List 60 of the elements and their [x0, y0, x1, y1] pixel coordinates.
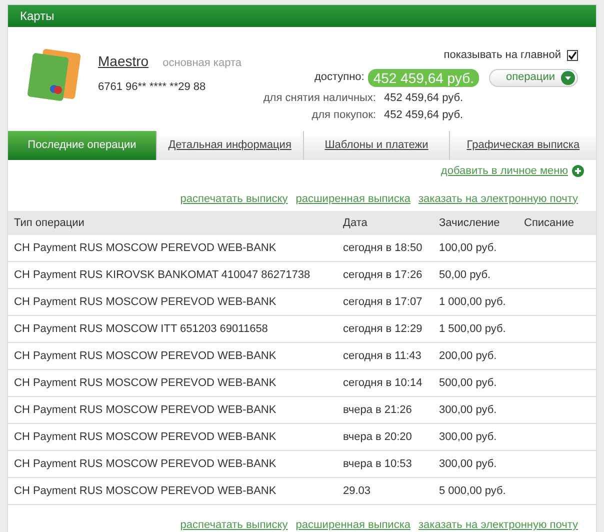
tab[interactable]: Графическая выписка [449, 131, 596, 160]
statement-link[interactable]: распечатать выписку [180, 190, 288, 207]
card-number: 6761 96** **** **29 88 [98, 80, 207, 95]
available-label: доступно: [314, 70, 364, 86]
table-cell-text: CH Payment RUS MOSCOW PEREVOD WEB-BANK [13, 348, 278, 364]
card-note: основная карта [162, 56, 242, 71]
table-cell-text: вчера в 10:53 [343, 456, 413, 472]
column-header: Зачисление [439, 216, 501, 231]
plus-icon [572, 165, 584, 177]
card-name-link[interactable]: Maestro [98, 51, 149, 72]
table-cell-text: сегодня в 18:50 [343, 240, 424, 256]
table-cell-text: сегодня в 17:26 [343, 268, 424, 283]
limit-label: для снятия наличных: [263, 90, 376, 106]
table-cell-text: сегодня в 12:29 [343, 322, 424, 337]
statement-link[interactable]: расширенная выписка [296, 517, 410, 532]
table-cell-text: сегодня в 11:43 [343, 348, 422, 364]
table-cell-text: вчера в 20:20 [343, 430, 413, 445]
table-cell-text: вчера в 21:26 [343, 402, 413, 418]
table-cell-text: 300,00 руб. [439, 456, 498, 472]
show-on-main-checkbox[interactable] [567, 50, 578, 61]
table-cell-text: CH Payment RUS MOSCOW PEREVOD WEB-BANK [13, 294, 278, 310]
table-cell-text: CH Payment RUS MOSCOW PEREVOD WEB-BANK [13, 484, 278, 499]
checkbox-label: показывать на главной [444, 48, 561, 63]
statement-link[interactable]: расширенная выписка [296, 190, 410, 207]
available-balance: 452 459,64 руб. [368, 68, 479, 86]
table-cell-text: CH Payment RUS MOSCOW PEREVOD WEB-BANK [13, 402, 278, 418]
statement-link[interactable]: заказать на электронную почту [418, 517, 578, 532]
limit-value: 452 459,64 руб. [384, 90, 462, 106]
limit-label: для покупок: [312, 108, 376, 123]
table-cell-text: 200,00 руб. [439, 348, 498, 364]
add-to-menu-link[interactable]: добавить в личное меню [440, 162, 568, 180]
table-cell-text: 300,00 руб. [439, 402, 498, 418]
tab[interactable]: Детальная информация [156, 131, 303, 160]
table-cell-text: CH Payment RUS MOSCOW PEREVOD WEB-BANK [13, 430, 278, 445]
table-cell-text: 1 500,00 руб. [439, 322, 507, 337]
table-cell-text: 1 000,00 руб. [439, 294, 507, 310]
column-header: Дата [343, 216, 368, 231]
operations-button[interactable]: операции [489, 68, 578, 86]
table-cell-text: 300,00 руб. [439, 430, 498, 445]
table-cell-text: 50,00 руб. [439, 268, 492, 283]
statement-link[interactable]: распечатать выписку [180, 517, 288, 532]
table-cell-text: CH Payment RUS MOSCOW PEREVOD WEB-BANK [13, 376, 278, 391]
table-cell-text: 100,00 руб. [439, 240, 498, 256]
table-cell-text: CH Payment RUS MOSCOW PEREVOD WEB-BANK [13, 456, 278, 472]
tab[interactable]: Последние операции [8, 131, 156, 160]
table-cell-text: 29.03 [343, 484, 372, 499]
table-cell-text: сегодня в 10:14 [343, 376, 424, 391]
limit-value: 452 459,64 руб. [384, 108, 462, 123]
table-cell-text: CH Payment RUS KIROVSK BANKOMAT 410047 86271738 [13, 268, 312, 283]
table-cell-text: CH Payment RUS MOSCOW ITT 651203 69011658 [13, 322, 269, 337]
table-cell-text: 5 000,00 руб. [439, 484, 507, 499]
column-header: Списание [524, 216, 575, 231]
statement-link[interactable]: заказать на электронную почту [418, 190, 578, 207]
tab[interactable]: Шаблоны и платежи [302, 131, 450, 160]
table-cell-text: CH Payment RUS MOSCOW PEREVOD WEB-BANK [13, 240, 278, 256]
table-cell-text: 500,00 руб. [439, 376, 498, 391]
dropdown-icon [561, 70, 575, 84]
column-header: Тип операции [13, 216, 86, 231]
table-cell-text: сегодня в 17:07 [343, 294, 424, 310]
panel-title: Карты [20, 8, 54, 25]
